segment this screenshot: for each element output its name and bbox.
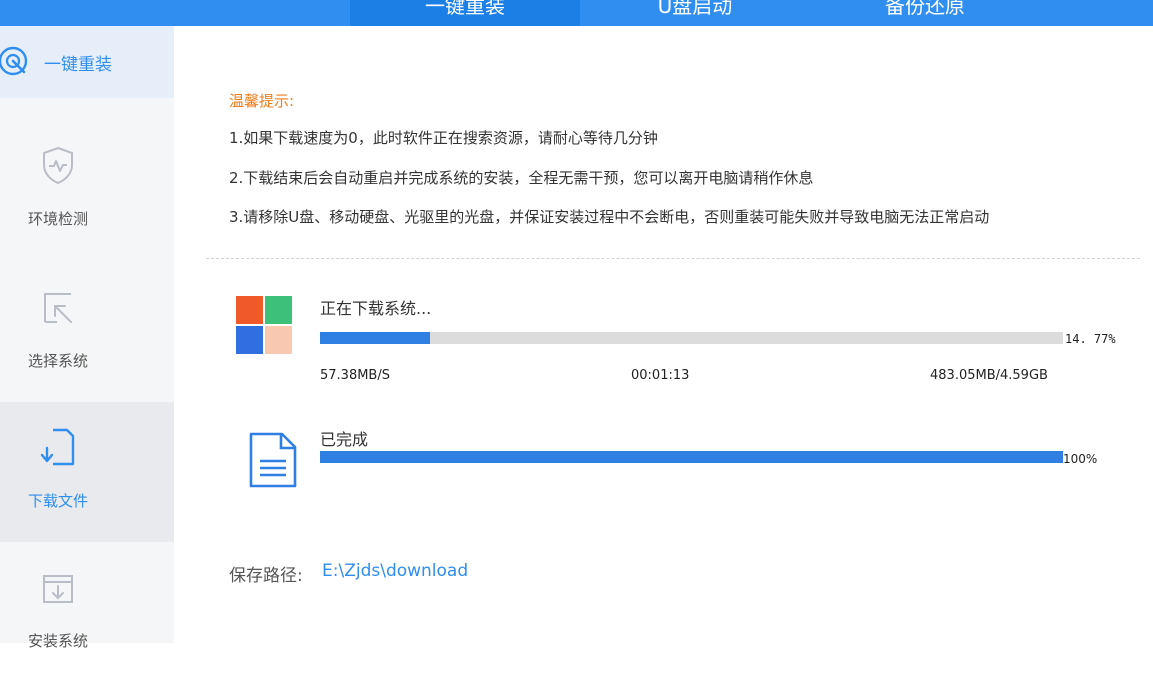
document-icon: [249, 432, 297, 488]
progress-fill: [320, 451, 1063, 463]
sidebar-item-label: 一键重装: [44, 55, 112, 75]
reinstall-icon: [0, 46, 28, 76]
tab-one-key-reinstall[interactable]: 一键重装: [350, 0, 580, 26]
tab-usb-boot[interactable]: U盘启动: [580, 0, 810, 26]
download-file-icon: [40, 428, 75, 466]
progress-percent: 14. 77%: [1065, 332, 1116, 346]
section-divider: [206, 258, 1140, 259]
save-path-link[interactable]: E:\Zjds\download: [322, 561, 468, 581]
download-progress-bar: [320, 332, 1063, 344]
tab-backup-restore[interactable]: 备份还原: [810, 0, 1040, 26]
sidebar-item-download-files[interactable]: 下载文件: [0, 402, 174, 542]
sidebar-item-label: 安装系统: [27, 632, 88, 650]
sidebar-item-label: 下载文件: [27, 492, 88, 510]
sidebar-item-select-system[interactable]: 选择系统: [0, 262, 174, 402]
sidebar-item-label: 环境检测: [27, 210, 88, 228]
download-status-title: 正在下载系统...: [320, 299, 432, 318]
completed-progress-bar: [320, 451, 1063, 463]
shield-icon: [43, 146, 73, 185]
sidebar-item-environment-check[interactable]: 环境检测: [0, 120, 174, 260]
tips-title: 温馨提示:: [229, 92, 295, 110]
sidebar-item-install-system[interactable]: 安装系统: [0, 542, 174, 682]
progress-fill: [320, 332, 430, 344]
progress-percent: 100%: [1063, 452, 1098, 466]
windows-logo-icon: [236, 296, 292, 356]
tip-line: 3.请移除U盘、移动硬盘、光驱里的光盘，并保证安装过程中不会断电，否则重装可能失…: [229, 208, 990, 226]
elapsed-time: 00:01:13: [631, 368, 690, 383]
sidebar-item-one-key-reinstall[interactable]: 一键重装: [0, 26, 174, 98]
tip-line: 1.如果下载速度为0，此时软件正在搜索资源，请耐心等待几分钟: [229, 129, 658, 147]
sidebar-item-label: 选择系统: [27, 352, 88, 370]
install-box-icon: [43, 575, 73, 603]
download-size: 483.05MB/4.59GB: [930, 368, 1048, 383]
download-speed: 57.38MB/S: [320, 368, 390, 383]
cursor-select-icon: [44, 293, 72, 323]
completed-status-title: 已完成: [320, 430, 369, 449]
tip-line: 2.下载结束后会自动重启并完成系统的安装，全程无需干预，您可以离开电脑请稍作休息: [229, 169, 814, 187]
save-path-label: 保存路径:: [229, 566, 303, 586]
